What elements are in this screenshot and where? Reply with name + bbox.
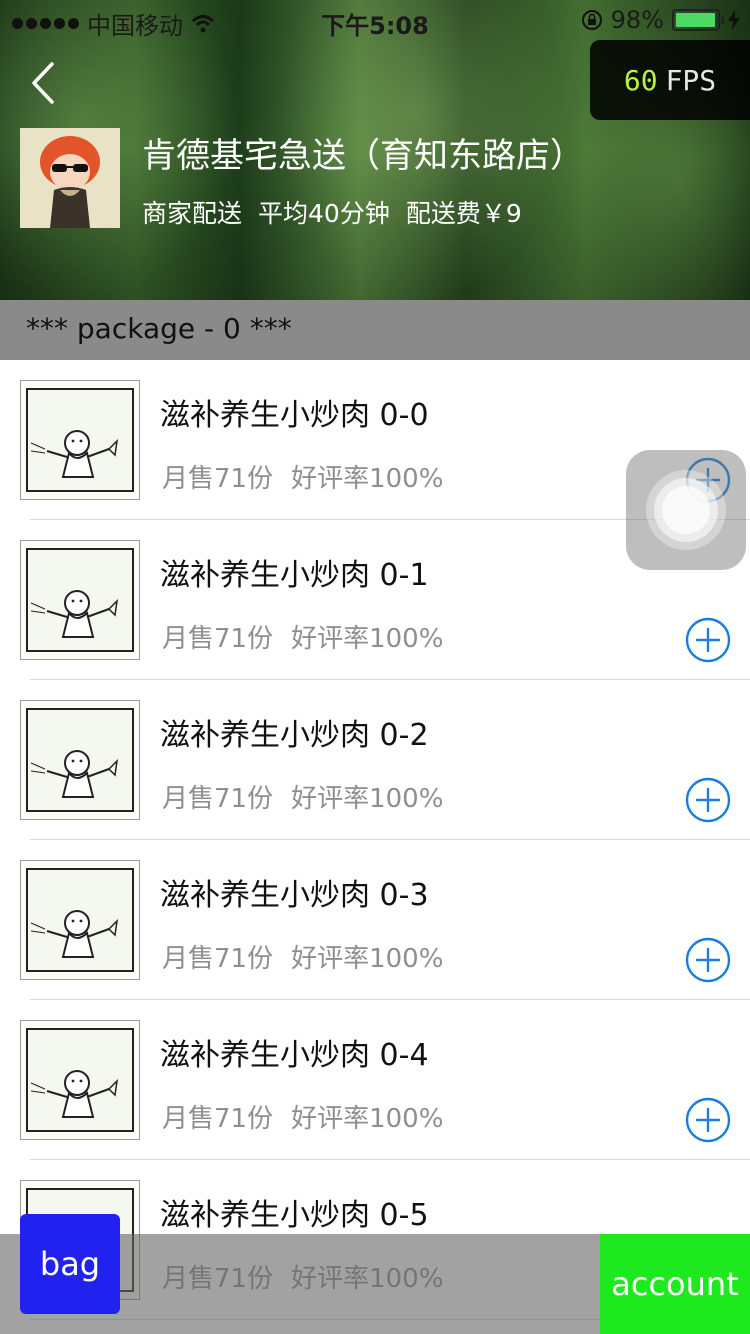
delivery-fee: 配送费￥9 bbox=[405, 199, 522, 228]
product-name: 滋补养生小炒肉 0-4 bbox=[160, 1038, 429, 1073]
product-name: 滋补养生小炒肉 0-0 bbox=[160, 398, 429, 433]
monthly-sales: 月售71份 bbox=[162, 944, 274, 974]
charging-bolt-icon bbox=[728, 10, 740, 30]
product-image bbox=[26, 708, 134, 812]
positive-rating: 好评率100% bbox=[291, 784, 444, 814]
monthly-sales: 月售71份 bbox=[162, 624, 274, 654]
product-name: 滋补养生小炒肉 0-1 bbox=[160, 558, 429, 593]
section-header: *** package - 0 *** bbox=[0, 300, 750, 360]
plus-circle-icon bbox=[685, 1097, 731, 1143]
shop-name: 肯德基宅急送（育知东路店） bbox=[142, 136, 584, 176]
product-stats: 月售71份 好评率100% bbox=[162, 778, 443, 815]
product-name: 滋补养生小炒肉 0-5 bbox=[160, 1198, 429, 1233]
product-thumbnail bbox=[20, 1020, 140, 1140]
add-to-bag-button[interactable] bbox=[685, 937, 731, 983]
chevron-left-icon bbox=[32, 62, 54, 104]
assistive-touch-button[interactable] bbox=[626, 450, 746, 570]
positive-rating: 好评率100% bbox=[291, 624, 444, 654]
status-right: 98% bbox=[581, 6, 740, 34]
shop-avatar bbox=[20, 128, 120, 228]
product-image bbox=[26, 868, 134, 972]
average-delivery-time: 平均40分钟 bbox=[258, 199, 390, 228]
product-thumbnail bbox=[20, 860, 140, 980]
product-thumbnail bbox=[20, 700, 140, 820]
product-image bbox=[26, 388, 134, 492]
monthly-sales: 月售71份 bbox=[162, 1104, 274, 1134]
battery-icon bbox=[672, 9, 724, 31]
delivery-type: 商家配送 bbox=[142, 199, 243, 228]
status-bar: 中国移动 下午5:08 98% bbox=[0, 0, 750, 40]
add-to-bag-button[interactable] bbox=[685, 617, 731, 663]
fps-monitor: 60 FPS bbox=[590, 40, 750, 120]
positive-rating: 好评率100% bbox=[291, 464, 444, 494]
shop-meta: 商家配送 平均40分钟 配送费￥9 bbox=[142, 194, 522, 230]
avatar-illustration bbox=[20, 128, 120, 228]
product-stats: 月售71份 好评率100% bbox=[162, 618, 443, 655]
plus-circle-icon bbox=[685, 617, 731, 663]
add-to-bag-button[interactable] bbox=[685, 1097, 731, 1143]
product-name: 滋补养生小炒肉 0-2 bbox=[160, 718, 429, 753]
account-button[interactable]: account bbox=[600, 1234, 750, 1334]
plus-circle-icon bbox=[685, 937, 731, 983]
assistive-touch-core bbox=[662, 486, 710, 534]
orientation-lock-icon bbox=[581, 10, 602, 30]
product-row[interactable]: 滋补养生小炒肉 0-2 月售71份 好评率100% bbox=[0, 680, 750, 840]
back-button[interactable] bbox=[28, 58, 68, 108]
product-stats: 月售71份 好评率100% bbox=[162, 1098, 443, 1135]
product-stats: 月售71份 好评率100% bbox=[162, 938, 443, 975]
monthly-sales: 月售71份 bbox=[162, 464, 274, 494]
monthly-sales: 月售71份 bbox=[162, 784, 274, 814]
fps-label: FPS bbox=[665, 63, 717, 97]
product-row[interactable]: 滋补养生小炒肉 0-3 月售71份 好评率100% bbox=[0, 840, 750, 1000]
product-image bbox=[26, 1028, 134, 1132]
battery-percent: 98% bbox=[610, 6, 664, 34]
product-row[interactable]: 滋补养生小炒肉 0-4 月售71份 好评率100% bbox=[0, 1000, 750, 1160]
plus-circle-icon bbox=[685, 777, 731, 823]
shop-header: 中国移动 下午5:08 98% 60 FPS 肯德基宅急送（育知东路店） 商家配… bbox=[0, 0, 750, 300]
add-to-bag-button[interactable] bbox=[685, 777, 731, 823]
positive-rating: 好评率100% bbox=[291, 944, 444, 974]
product-name: 滋补养生小炒肉 0-3 bbox=[160, 878, 429, 913]
battery-fill bbox=[676, 13, 716, 27]
product-image bbox=[26, 548, 134, 652]
bag-button[interactable]: bag bbox=[20, 1214, 120, 1314]
section-title: *** package - 0 *** bbox=[26, 312, 292, 345]
product-thumbnail bbox=[20, 380, 140, 500]
product-thumbnail bbox=[20, 540, 140, 660]
product-stats: 月售71份 好评率100% bbox=[162, 458, 443, 495]
fps-value: 60 bbox=[623, 63, 658, 97]
positive-rating: 好评率100% bbox=[291, 1104, 444, 1134]
